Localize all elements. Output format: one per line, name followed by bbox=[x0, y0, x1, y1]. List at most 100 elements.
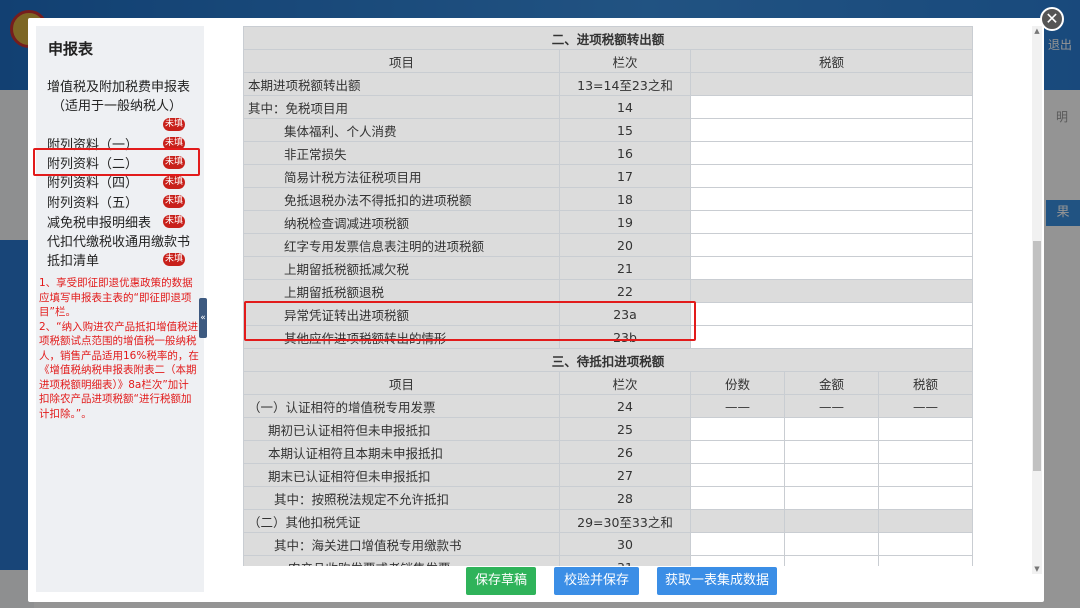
table-row: 纳税检查调减进项税额 19 bbox=[243, 210, 974, 234]
table-row: 本期认证相符且本期未申报抵扣 26 bbox=[243, 440, 974, 464]
nav-item-withholding-receipt[interactable]: 代扣代缴税收通用缴款书 bbox=[47, 231, 190, 250]
tax-input[interactable] bbox=[689, 302, 974, 326]
section-2-title: 二、进项税额转出额 bbox=[243, 26, 974, 50]
tax-input[interactable] bbox=[877, 440, 974, 464]
tax-input[interactable] bbox=[877, 463, 974, 487]
row-item: 简易计税方法征税项目用 bbox=[243, 164, 560, 188]
row-item: 期初已认证相符但未申报抵扣 bbox=[243, 417, 560, 441]
header-count: 份数 bbox=[690, 371, 785, 395]
count-input[interactable] bbox=[690, 555, 785, 566]
get-integrated-data-button[interactable]: 获取一表集成数据 bbox=[657, 567, 777, 595]
tax-input[interactable] bbox=[877, 417, 974, 441]
count-input[interactable] bbox=[690, 532, 785, 556]
declaration-modal: 申报表 增值税及附加税费申报表 （适用于一般纳税人） 未填 附列资料（一） 未填… bbox=[28, 18, 1044, 602]
nav-item-main-return[interactable]: 增值税及附加税费申报表 bbox=[47, 76, 190, 95]
dash-cell: —— bbox=[784, 394, 879, 418]
nav-item-tax-relief-detail[interactable]: 减免税申报明细表 bbox=[47, 212, 151, 231]
amount-input[interactable] bbox=[784, 532, 879, 556]
scroll-down-arrow-icon[interactable]: ▼ bbox=[1032, 564, 1042, 574]
nav-item-deduction-list[interactable]: 抵扣清单 bbox=[47, 250, 99, 269]
table-highlight-box bbox=[244, 301, 696, 341]
amount-input[interactable] bbox=[784, 463, 879, 487]
header-item: 项目 bbox=[243, 371, 560, 395]
amount-input[interactable] bbox=[784, 417, 879, 441]
tax-input[interactable] bbox=[689, 141, 974, 165]
row-item: 其中：免税项目用 bbox=[243, 95, 560, 119]
amount-cell bbox=[784, 509, 879, 533]
table-scrollbar[interactable]: ▲ ▼ bbox=[1032, 26, 1042, 574]
nav-item-label: （适用于一般纳税人） bbox=[52, 99, 183, 114]
status-badge: 未填 bbox=[163, 253, 185, 266]
tax-input[interactable] bbox=[689, 118, 974, 142]
row-item: 纳税检查调减进项税额 bbox=[243, 210, 560, 234]
row-item: 期末已认证相符但未申报抵扣 bbox=[243, 463, 560, 487]
count-input[interactable] bbox=[690, 417, 785, 441]
row-col: 16 bbox=[559, 141, 691, 165]
row-item: 红字专用发票信息表注明的进项税额 bbox=[243, 233, 560, 257]
row-item: （二）其他扣税凭证 bbox=[243, 509, 560, 533]
tax-input[interactable] bbox=[877, 486, 974, 510]
row-col: 18 bbox=[559, 187, 691, 211]
tax-cell bbox=[877, 509, 974, 533]
table-row: 本期进项税额转出额 13=14至23之和 bbox=[243, 72, 974, 96]
nav-item-label: 增值税及附加税费申报表 bbox=[47, 80, 191, 95]
table-row: 集体福利、个人消费 15 bbox=[243, 118, 974, 142]
policy-note: 1、享受即征即退优惠政策的数据应填写申报表主表的“即征即退项目”栏。 2、“纳入… bbox=[39, 277, 199, 420]
table-row: 期末已认证相符但未申报抵扣 27 bbox=[243, 463, 974, 487]
row-item: 其中：按照税法规定不允许抵扣 bbox=[243, 486, 560, 510]
row-col: 28 bbox=[559, 486, 691, 510]
count-input[interactable] bbox=[690, 486, 785, 510]
count-cell bbox=[690, 509, 785, 533]
table-row: （一）认证相符的增值税专用发票 24 —— —— —— bbox=[243, 394, 974, 418]
table-row: 期初已认证相符但未申报抵扣 25 bbox=[243, 417, 974, 441]
tax-input[interactable] bbox=[689, 95, 974, 119]
header-tax: 税额 bbox=[689, 49, 974, 73]
table-row: 农产品收购发票或者销售发票 31 bbox=[243, 555, 974, 566]
row-item: 上期留抵税额抵减欠税 bbox=[243, 256, 560, 280]
table-row: 其中：海关进口增值税专用缴款书 30 bbox=[243, 532, 974, 556]
count-input[interactable] bbox=[690, 463, 785, 487]
row-col: 30 bbox=[559, 532, 691, 556]
amount-input[interactable] bbox=[784, 440, 879, 464]
nav-item-label: 附列资料（四） bbox=[47, 176, 139, 191]
header-amount: 金额 bbox=[784, 371, 879, 395]
row-item: 免抵退税办法不得抵扣的进项税额 bbox=[243, 187, 560, 211]
scroll-up-arrow-icon[interactable]: ▲ bbox=[1032, 26, 1042, 36]
row-item: 其中：海关进口增值税专用缴款书 bbox=[243, 532, 560, 556]
nav-item-label: 代扣代缴税收通用缴款书 bbox=[47, 235, 191, 250]
table-row: 简易计税方法征税项目用 17 bbox=[243, 164, 974, 188]
amount-input[interactable] bbox=[784, 555, 879, 566]
tax-input[interactable] bbox=[689, 210, 974, 234]
count-input[interactable] bbox=[690, 440, 785, 464]
row-item: 本期认证相符且本期未申报抵扣 bbox=[243, 440, 560, 464]
tax-input[interactable] bbox=[689, 256, 974, 280]
status-badge: 未填 bbox=[163, 195, 185, 208]
amount-input[interactable] bbox=[784, 486, 879, 510]
scroll-thumb[interactable] bbox=[1033, 241, 1041, 471]
tax-input[interactable] bbox=[689, 187, 974, 211]
row-item: （一）认证相符的增值税专用发票 bbox=[243, 394, 560, 418]
header-column: 栏次 bbox=[559, 371, 691, 395]
validate-save-button[interactable]: 校验并保存 bbox=[554, 567, 639, 595]
tax-input[interactable] bbox=[689, 325, 974, 349]
row-col: 25 bbox=[559, 417, 691, 441]
tax-input[interactable] bbox=[877, 555, 974, 566]
row-col: 31 bbox=[559, 555, 691, 566]
save-draft-button[interactable]: 保存草稿 bbox=[466, 567, 536, 595]
row-col: 17 bbox=[559, 164, 691, 188]
form-nav: 申报表 增值税及附加税费申报表 （适用于一般纳税人） 未填 附列资料（一） 未填… bbox=[36, 26, 204, 592]
row-col: 22 bbox=[559, 279, 691, 303]
collapse-nav-handle[interactable]: « bbox=[199, 298, 207, 338]
header-item: 项目 bbox=[243, 49, 560, 73]
nav-item-main-return-sub[interactable]: （适用于一般纳税人） bbox=[52, 95, 182, 114]
tax-input[interactable] bbox=[689, 164, 974, 188]
nav-item-label: 附列资料（五） bbox=[47, 196, 139, 211]
tax-input[interactable] bbox=[689, 233, 974, 257]
close-icon[interactable]: ✕ bbox=[1040, 7, 1064, 31]
row-col: 26 bbox=[559, 440, 691, 464]
nav-item-schedule-5[interactable]: 附列资料（五） bbox=[47, 192, 138, 211]
table-row: 上期留抵税额抵减欠税 21 bbox=[243, 256, 974, 280]
tax-input[interactable] bbox=[877, 532, 974, 556]
table-row: 红字专用发票信息表注明的进项税额 20 bbox=[243, 233, 974, 257]
row-col: 27 bbox=[559, 463, 691, 487]
